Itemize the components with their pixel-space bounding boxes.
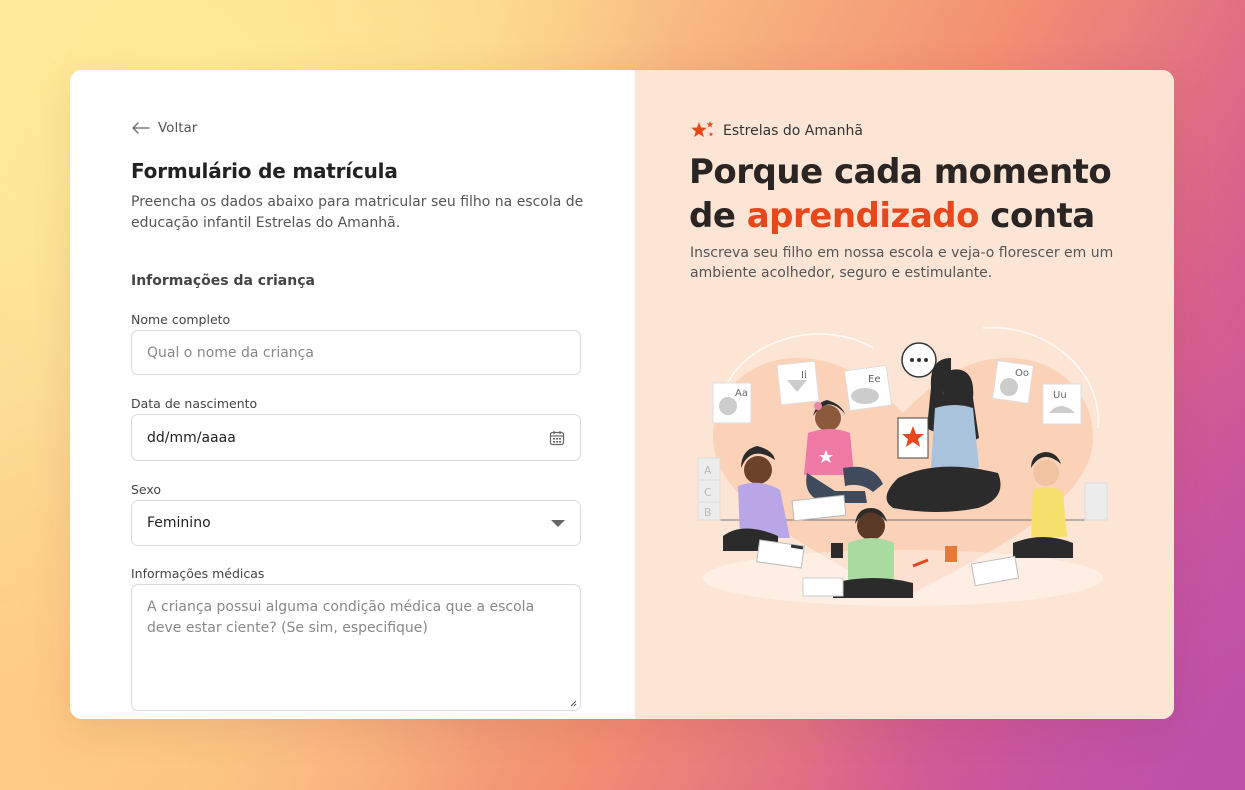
resize-handle-icon[interactable] (569, 699, 577, 707)
medical-info-textarea[interactable] (131, 584, 581, 711)
hero-headline: Porque cada momento de aprendizado conta (689, 150, 1149, 238)
flashcard-aa-label: Aa (735, 388, 748, 399)
flashcard-uu: Uu (1042, 383, 1082, 425)
calendar-icon[interactable] (549, 430, 565, 446)
promo-panel: Estrelas do Amanhã Porque cada momento d… (635, 70, 1174, 719)
section-title-child: Informações da criança (131, 273, 315, 289)
flashcard-aa: Aa (712, 382, 752, 424)
flashcard-oo: Oo (991, 360, 1035, 404)
sex-selected-value: Feminino (147, 515, 211, 531)
flashcard-ee: Ee (843, 364, 893, 412)
block-c-label: C (704, 486, 712, 499)
arrow-left-icon (132, 122, 150, 134)
brand-name: Estrelas do Amanhã (723, 123, 863, 139)
headline-accent: aprendizado (746, 196, 980, 236)
star-logo-icon (691, 121, 714, 138)
birth-date-input[interactable]: dd/mm/aaaa (131, 414, 581, 461)
flashcard-ii-label: Ii (801, 370, 807, 381)
flashcard-uu-label: Uu (1053, 390, 1067, 401)
medical-info-label: Informações médicas (131, 566, 265, 581)
form-panel: Voltar Formulário de matrícula Preencha … (70, 70, 635, 719)
flashcard-oo-label: Oo (1015, 368, 1029, 379)
birth-date-value: dd/mm/aaaa (147, 429, 236, 446)
brand: Estrelas do Amanhã (690, 120, 863, 142)
speech-bubble (901, 342, 937, 378)
back-link[interactable]: Voltar (132, 120, 197, 136)
classroom-illustration: Aa Ii Ee Oo Uu A C B (697, 326, 1108, 606)
flashcard-ii: Ii (776, 360, 820, 406)
flashcard-ee-label: Ee (868, 374, 880, 385)
child-name-input[interactable] (131, 330, 581, 375)
block-b-label: B (704, 506, 712, 519)
birth-date-label: Data de nascimento (131, 396, 258, 411)
form-description: Preencha os dados abaixo para matricular… (131, 194, 584, 231)
back-label: Voltar (158, 120, 198, 136)
form-title: Formulário de matrícula (131, 159, 398, 183)
block-a-label: A (704, 464, 712, 477)
name-label: Nome completo (131, 312, 231, 327)
sex-select[interactable]: Feminino (131, 500, 581, 546)
sex-label: Sexo (131, 482, 162, 497)
enrollment-card: Voltar Formulário de matrícula Preencha … (70, 70, 1174, 719)
chevron-down-icon (551, 519, 565, 527)
headline-part2: conta (978, 196, 1095, 236)
hero-subtitle: Inscreva seu filho em nossa escola e vej… (690, 245, 1114, 281)
